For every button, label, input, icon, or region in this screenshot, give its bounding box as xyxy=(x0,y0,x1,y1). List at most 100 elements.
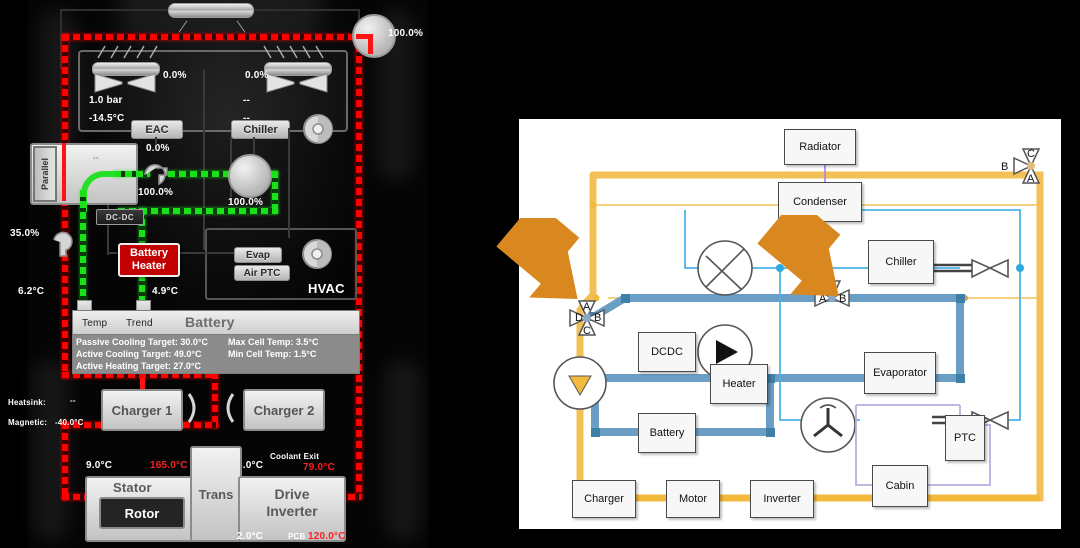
block-motor[interactable]: Motor xyxy=(666,480,720,518)
heatsink-value: -- xyxy=(70,396,76,405)
blower-fan-icon xyxy=(800,397,856,453)
parallel-value: -- xyxy=(93,153,99,162)
connector-left-icon xyxy=(226,393,235,423)
airflow-left-icon xyxy=(97,45,158,59)
valve-35-icon[interactable] xyxy=(50,228,76,258)
screenshot-root: 0.0% 0.0% 1.0 bar -14.5°C -- -- 100.0% E… xyxy=(0,0,1080,548)
drive-inverter-line2: Inverter xyxy=(266,503,318,519)
fan-right-pct: 0.0% xyxy=(245,70,269,81)
batt-row-l1-label: Active Cooling Target: xyxy=(76,349,172,359)
hvac-label: HVAC xyxy=(308,281,345,296)
block-battery[interactable]: Battery xyxy=(638,413,696,453)
charger1-box[interactable]: Charger 1 xyxy=(101,389,183,431)
stator-temp: 9.0°C xyxy=(86,460,113,471)
heatsink-label: Heatsink: xyxy=(8,398,46,407)
left-vehicle-hmi-panel: 0.0% 0.0% 1.0 bar -14.5°C -- -- 100.0% E… xyxy=(0,0,520,548)
valve4-label-left: D xyxy=(575,312,583,324)
block-charger[interactable]: Charger xyxy=(572,480,636,518)
pipe-vert-mid-4 xyxy=(288,128,290,238)
valve3r-label-top: C xyxy=(1027,148,1035,160)
red-loop-lower-left xyxy=(62,422,68,500)
dcdc-box[interactable]: DC-DC xyxy=(96,209,144,225)
block-chiller[interactable]: Chiller xyxy=(868,240,934,284)
pump-right-icon[interactable] xyxy=(228,154,272,198)
valve3r-label-left: B xyxy=(1001,161,1008,173)
block-cabin[interactable]: Cabin xyxy=(872,465,928,507)
stator-temp-hot: 165.0°C xyxy=(150,460,188,471)
battery-title: Battery xyxy=(185,314,235,330)
magnetic-value: -40.0°C xyxy=(55,418,84,427)
coolant-exit-temp: 79.0°C xyxy=(303,462,335,473)
red-loop-top xyxy=(62,34,362,40)
expansion-valve-chiller-icon xyxy=(971,258,1009,279)
block-dcdc[interactable]: DCDC xyxy=(638,332,696,372)
valve3r-label-bottom: A xyxy=(1027,173,1035,185)
batt-row-l2-label: Active Heating Target: xyxy=(76,361,171,371)
eac-box[interactable]: EAC xyxy=(131,120,183,139)
fan-left-icon xyxy=(94,73,156,93)
temp-right-readout: 4.9°C xyxy=(152,286,179,297)
battery-tab-trend[interactable]: Trend xyxy=(126,318,153,329)
coolant-exit-label: Coolant Exit xyxy=(270,452,320,461)
parallel-label: Parallel xyxy=(33,146,57,202)
battery-heater-line1: Battery xyxy=(130,247,168,259)
battery-rows-left: Passive Cooling Target: 30.0°C Active Co… xyxy=(76,336,236,372)
batt-row-l0-label: Passive Cooling Target: xyxy=(76,337,178,347)
temp-left-readout: 6.2°C xyxy=(18,286,45,297)
chiller-valve-icon[interactable] xyxy=(302,113,334,145)
green-pipe-5 xyxy=(80,190,86,312)
parallel-red-through xyxy=(62,143,66,201)
pump-left-icon[interactable] xyxy=(142,163,170,187)
compressor-icon xyxy=(697,240,753,296)
fan-left-pct: 0.0% xyxy=(163,70,187,81)
ambient-temp-readout: -14.5°C xyxy=(89,113,125,124)
battery-tab-temp[interactable]: Temp xyxy=(82,318,107,329)
batt-row-l0-value: 30.0°C xyxy=(180,337,208,347)
yellow-pump-icon xyxy=(553,356,607,410)
vehicle-blur-right2 xyxy=(386,360,420,540)
batt-row-r0-value: 3.5°C xyxy=(295,337,319,347)
block-heater[interactable]: Heater xyxy=(710,364,768,404)
battery-heater-line2: Heater xyxy=(131,260,167,272)
stator-label: Stator xyxy=(113,480,152,495)
battery-rows-right: Max Cell Temp: 3.5°C Min Cell Temp: 1.5°… xyxy=(228,336,358,360)
pump-left-pct: 100.0% xyxy=(138,187,174,198)
pipe-eac-down xyxy=(155,137,157,145)
batt-row-l2-value: 27.0°C xyxy=(173,361,201,371)
magnetic-label: Magnetic: xyxy=(8,418,48,427)
annotation-arrow-right xyxy=(757,215,841,296)
hvac-valve-icon[interactable] xyxy=(300,237,334,271)
block-ptc[interactable]: PTC xyxy=(945,415,985,461)
evap-box[interactable]: Evap xyxy=(234,247,282,263)
eac-pct: 0.0% xyxy=(146,143,170,154)
dash-readout-1: -- xyxy=(243,95,251,106)
drive-inverter-line1: Drive xyxy=(274,486,310,502)
green-pipe-3 xyxy=(272,171,278,213)
pressure-readout: 1.0 bar xyxy=(89,95,123,106)
battery-heater-box[interactable]: Battery Heater xyxy=(118,243,180,277)
pump-top-right-pct: 100.0% xyxy=(388,28,424,39)
red-loop-charger-right xyxy=(212,372,218,428)
valve-35-pct: 35.0% xyxy=(10,228,40,239)
chiller-box[interactable]: Chiller xyxy=(231,120,290,139)
valve4-label-right: B xyxy=(594,312,601,324)
radiator-bar-top xyxy=(168,3,254,18)
air-ptc-box[interactable]: Air PTC xyxy=(234,265,290,281)
pcb-temp: 120.0°C xyxy=(308,531,346,542)
connector-right-icon xyxy=(187,393,196,423)
batt-row-l1-value: 49.0°C xyxy=(173,349,202,359)
valve4-label-bottom: C xyxy=(583,325,591,337)
block-radiator[interactable]: Radiator xyxy=(784,129,856,165)
block-inverter[interactable]: Inverter xyxy=(750,480,814,518)
rotor-box[interactable]: Rotor xyxy=(99,497,185,529)
charger2-box[interactable]: Charger 2 xyxy=(243,389,325,431)
fan-right-icon xyxy=(266,73,328,93)
pump-right-pct: 100.0% xyxy=(228,197,264,208)
bottom-temp: 2.0°C xyxy=(237,531,264,542)
pipe-vert-mid-1 xyxy=(203,70,205,250)
block-evaporator[interactable]: Evaporator xyxy=(864,352,936,394)
batt-row-r1-label: Min Cell Temp: xyxy=(228,349,292,359)
cyan-node-2 xyxy=(1016,264,1024,272)
trans-box[interactable]: Trans xyxy=(190,446,242,542)
right-schematic-panel: D B A C A B C C A B xyxy=(520,120,1060,528)
